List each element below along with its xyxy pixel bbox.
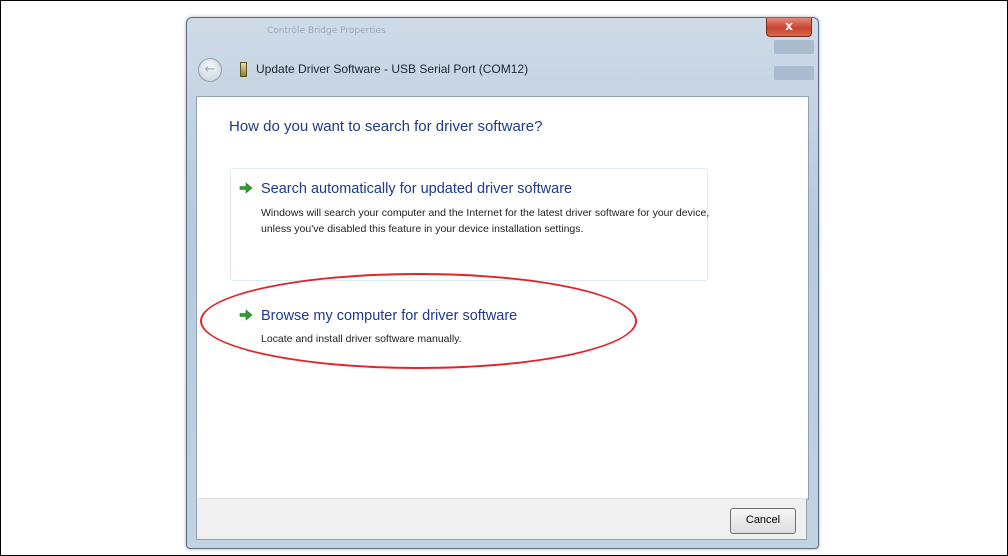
background-window-button [774,40,814,54]
option-description: Locate and install driver software manua… [261,333,462,345]
background-window-button [774,66,814,80]
page-heading: How do you want to search for driver sof… [229,118,543,135]
option-title: Search automatically for updated driver … [261,181,573,197]
option-title: Browse my computer for driver software [261,308,518,324]
background-window-title: Contrôle Bridge Properties [267,26,386,36]
window-title: Update Driver Software - USB Serial Port… [256,62,529,76]
browse-computer-option[interactable]: Browse my computer for driver software L… [230,295,708,349]
content-pane: How do you want to search for driver sof… [196,96,809,500]
search-automatically-option[interactable]: Search automatically for updated driver … [230,168,710,281]
close-button[interactable]: x [766,18,812,37]
green-arrow-icon [239,182,253,194]
cancel-button[interactable]: Cancel [730,508,796,534]
dialog-footer: Cancel [196,498,807,540]
green-arrow-icon [239,309,253,321]
option-description: Windows will search your computer and th… [261,207,710,235]
dialog-window: Contrôle Bridge Properties x ← Update Dr… [186,17,819,549]
back-arrow-icon[interactable]: ← [198,58,222,82]
usb-device-icon [240,62,247,77]
